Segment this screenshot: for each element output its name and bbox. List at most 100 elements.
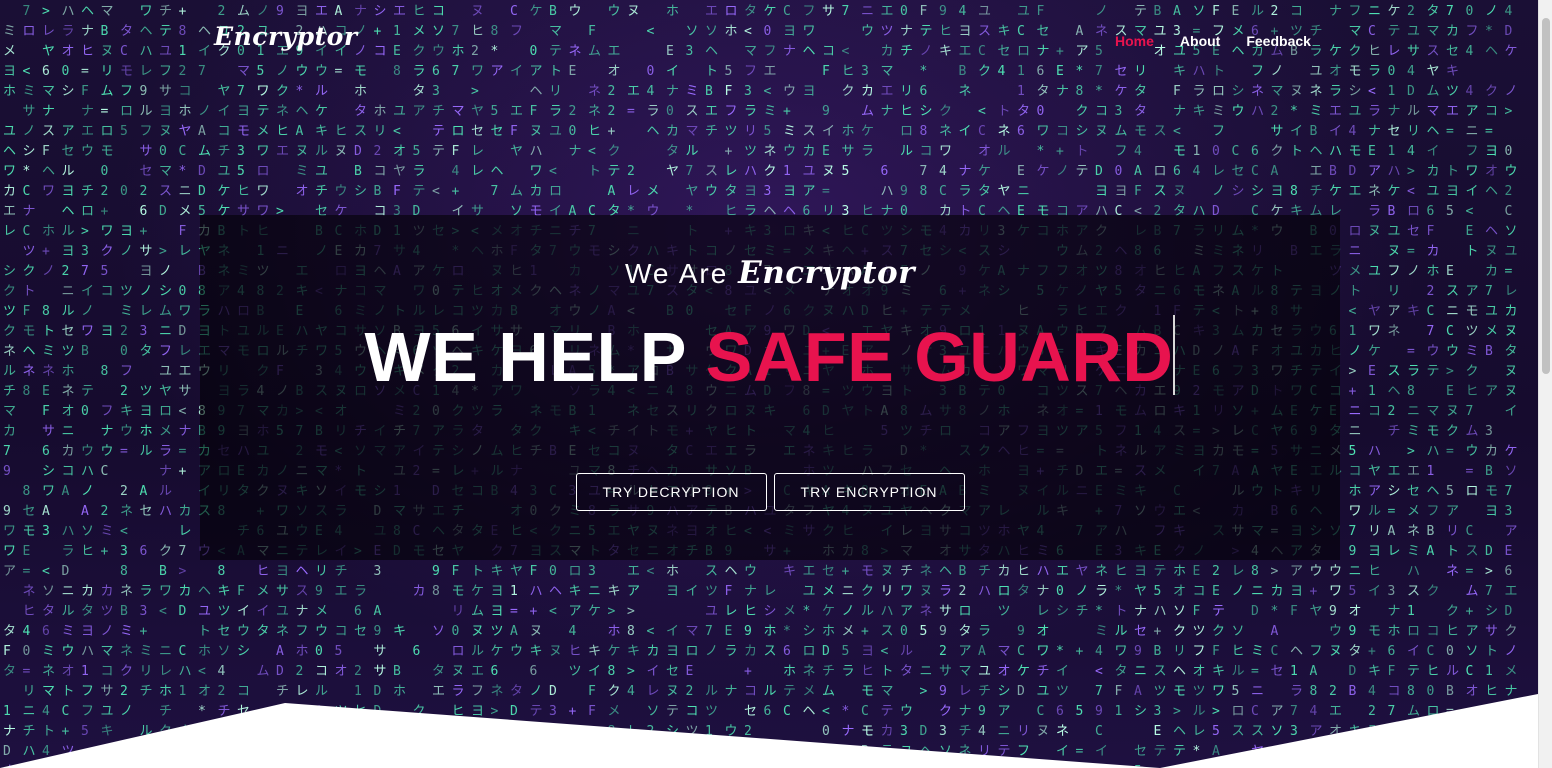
svg-text:リ: リ [744,124,757,139]
svg-text:ノ: ノ [120,704,133,719]
svg-text:チ: チ [315,184,328,199]
svg-text:コ: コ [1349,464,1362,479]
svg-text:テ: テ [1154,564,1167,579]
svg-text:ユ: ユ [393,104,406,119]
svg-text:5: 5 [1446,484,1454,499]
svg-text:D: D [1095,164,1103,179]
svg-text:ロ: ロ [1407,204,1420,219]
svg-text:ミ: ミ [1251,644,1264,659]
svg-text:ソ: ソ [569,724,582,739]
svg-text:ニ: ニ [354,724,367,739]
svg-text:A: A [62,484,70,499]
svg-text:A: A [140,484,148,499]
svg-text:B: B [354,164,362,179]
svg-text:A: A [1134,684,1142,699]
svg-text:タ: タ [1134,84,1147,99]
svg-text:<: < [881,644,889,659]
svg-text:ム: ム [276,724,289,739]
svg-text:*: * [296,724,304,739]
svg-text:コ: コ [744,684,757,699]
svg-text:0: 0 [81,404,89,419]
svg-text:ケ: ケ [978,164,991,179]
svg-text:ム: ム [1115,124,1128,139]
nav-link-feedback[interactable]: Feedback [1246,33,1311,49]
svg-text:3: 3 [939,724,947,739]
svg-text:シ: シ [998,684,1011,699]
svg-text:>: > [1407,164,1415,179]
svg-text:ワ: ワ [276,704,289,719]
svg-text:ノ: ノ [140,284,153,299]
svg-text:ツ: ツ [101,604,114,619]
svg-text:ム: ム [1427,84,1440,99]
svg-text:6: 6 [42,624,50,639]
svg-text:ラ: ラ [354,584,367,599]
svg-text:ノ: ノ [1076,584,1089,599]
svg-text:ネ: ネ [1368,184,1381,199]
svg-text:E: E [42,384,50,399]
nav-link-home[interactable]: Home [1115,33,1154,49]
svg-text:フ: フ [81,704,94,719]
svg-text:イ: イ [1056,744,1069,759]
svg-text:イ: イ [1290,124,1303,139]
svg-text:9: 9 [744,624,752,639]
nav-link-about[interactable]: About [1180,33,1220,49]
svg-text:0: 0 [569,124,577,139]
svg-text:1: 1 [1388,84,1396,99]
svg-text:ヨ: ヨ [1446,184,1459,199]
svg-text:ラ: ラ [101,744,114,759]
svg-text:セ: セ [1134,624,1147,639]
svg-text:ツ: ツ [705,704,718,719]
svg-text:ツ: ツ [1193,624,1206,639]
svg-text:ヨ: ヨ [1115,184,1128,199]
svg-text:タ: タ [900,664,913,679]
page-scrollbar[interactable] [1538,0,1552,768]
svg-text:サ: サ [939,664,952,679]
svg-text:ト: ト [1446,164,1459,179]
svg-text:ヤ: ヤ [1134,584,1147,599]
svg-text:*: * [1037,144,1045,159]
try-decryption-button[interactable]: TRY DECRYPTION [575,473,767,511]
svg-text:ル: ル [140,724,153,739]
svg-text:ケ: ケ [218,184,231,199]
svg-text:オ: オ [1193,664,1206,679]
svg-text:ノ: ノ [1349,344,1362,359]
svg-text:>: > [159,244,167,259]
svg-text:ネ: ネ [62,384,75,399]
svg-text:+: + [842,764,850,768]
svg-text:ヒ: ヒ [1485,684,1498,699]
brand-logo[interactable]: Encryptor [214,22,358,51]
svg-text:ユ: ユ [1368,264,1381,279]
svg-text:D: D [62,564,70,579]
svg-text:ワ: ワ [1368,324,1381,339]
svg-text:F: F [452,564,460,579]
svg-text:8: 8 [42,304,50,319]
svg-text:*: * [842,704,850,719]
svg-text:ナ: ナ [569,144,582,159]
svg-text:ケ: ケ [1037,164,1050,179]
svg-text:ヨ: ヨ [783,184,796,199]
svg-text:ニ: ニ [1407,404,1420,419]
scrollbar-thumb[interactable] [1542,18,1550,374]
svg-text:E: E [1446,384,1454,399]
svg-text:8: 8 [1310,684,1318,699]
svg-text:2: 2 [1505,184,1513,199]
svg-text:キ: キ [588,644,601,659]
svg-text:*: * [1193,744,1201,759]
svg-text:ト: ト [1349,284,1362,299]
svg-text:ヒ: ヒ [276,124,289,139]
svg-text:ヒ: ヒ [549,724,562,739]
svg-text:ク: ク [276,84,289,99]
svg-text:ナ: ナ [959,704,972,719]
svg-text:ネ: ネ [42,364,55,379]
svg-text:>: > [1485,564,1493,579]
svg-text:F: F [452,144,460,159]
svg-text:9: 9 [1388,764,1396,768]
svg-text:ツ: ツ [686,724,699,739]
svg-text:ヌ: ヌ [159,124,172,139]
svg-text:F: F [1134,184,1142,199]
svg-text:ワ: ワ [159,584,172,599]
svg-text:ヨ: ヨ [81,624,94,639]
try-encryption-button[interactable]: TRY ENCRYPTION [773,473,965,511]
svg-text:キ: キ [218,584,231,599]
svg-text:カ: カ [81,584,94,599]
